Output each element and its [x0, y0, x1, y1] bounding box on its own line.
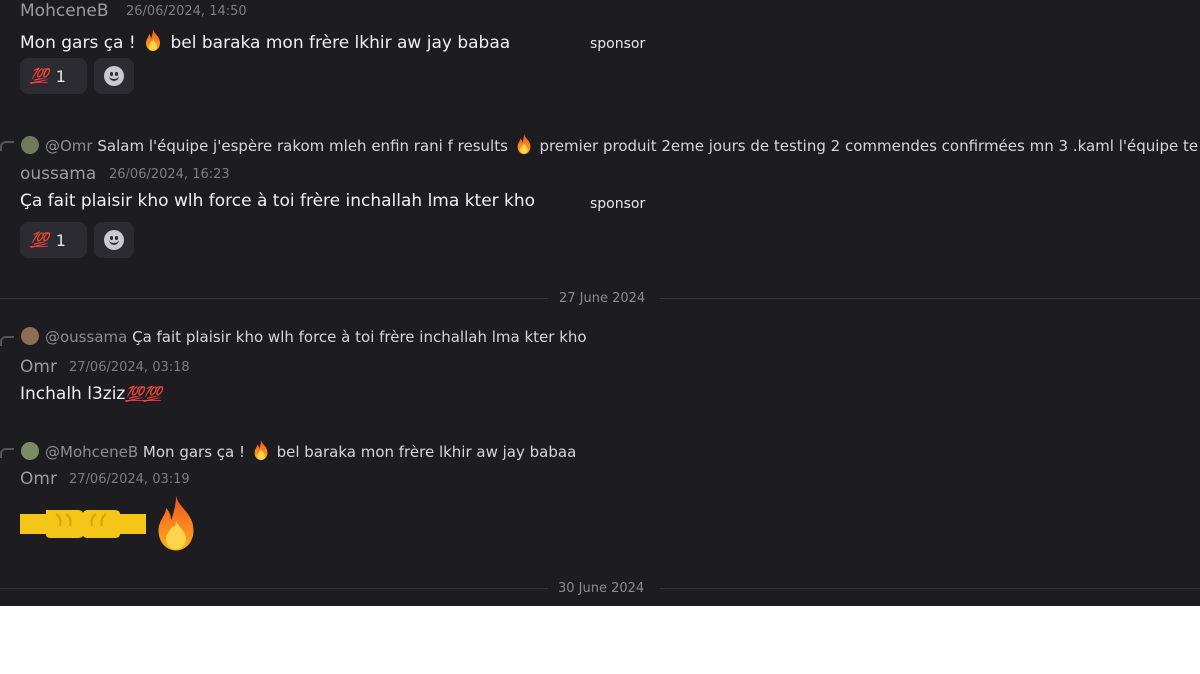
fire-icon — [513, 133, 535, 155]
hundred-icon: 💯 — [30, 67, 49, 85]
message-timestamp: 27/06/2024, 03:18 — [69, 360, 190, 375]
reaction-100[interactable]: 💯 1 — [20, 222, 87, 258]
add-reaction-button[interactable] — [94, 222, 134, 258]
reaction-100[interactable]: 💯 1 — [20, 58, 87, 94]
message-text: Inchalh l3ziz💯💯 — [20, 384, 162, 404]
add-reaction-button[interactable] — [94, 58, 134, 94]
fist-bump-icon — [20, 510, 146, 538]
hundred-icon: 💯 — [30, 231, 49, 249]
smiley-icon — [104, 230, 124, 250]
reply-preview[interactable]: @MohceneB Mon gars ça ! bel baraka mon f… — [21, 439, 576, 461]
message-text: Ça fait plaisir kho wlh force à toi frèr… — [20, 191, 536, 211]
big-emoji-row — [20, 492, 206, 554]
divider — [660, 588, 1200, 589]
chat-panel: MohceneB 26/06/2024, 14:50 Mon gars ça !… — [0, 0, 1200, 606]
sponsor-label: sponsor — [590, 196, 646, 212]
reaction-count: 1 — [55, 66, 66, 86]
hundred-icon: 💯💯 — [125, 385, 161, 403]
reply-preview[interactable]: @Omr Salam l'équipe j'espère rakom mleh … — [21, 133, 1198, 155]
message-author[interactable]: Omr — [20, 357, 57, 377]
avatar — [21, 327, 39, 345]
divider — [660, 298, 1200, 299]
message-timestamp: 26/06/2024, 16:23 — [109, 167, 230, 182]
reply-mention[interactable]: @Omr — [45, 137, 93, 155]
avatar — [21, 442, 39, 460]
fire-icon — [141, 28, 165, 52]
reply-preview[interactable]: @oussama Ça fait plaisir kho wlh force à… — [21, 327, 587, 346]
fire-icon — [250, 439, 272, 461]
date-separator: 30 June 2024 — [558, 581, 645, 596]
avatar — [21, 136, 39, 154]
reply-connector — [0, 336, 14, 346]
message-timestamp: 26/06/2024, 14:50 — [126, 4, 247, 19]
sponsor-label: sponsor — [590, 36, 646, 52]
divider — [0, 588, 548, 589]
reply-mention[interactable]: @oussama — [45, 328, 127, 346]
divider — [0, 298, 548, 299]
reaction-count: 1 — [55, 230, 66, 250]
date-separator: 27 June 2024 — [559, 291, 646, 306]
fire-icon — [146, 492, 206, 554]
reply-mention[interactable]: @MohceneB — [45, 443, 138, 461]
message-author[interactable]: Omr — [20, 469, 57, 489]
smiley-icon — [104, 66, 124, 86]
reply-connector — [0, 141, 14, 151]
message-text: Mon gars ça ! bel baraka mon frère lkhir… — [20, 28, 510, 53]
message-author[interactable]: oussama — [20, 164, 96, 184]
reply-connector — [0, 448, 14, 458]
message-timestamp: 27/06/2024, 03:19 — [69, 472, 190, 487]
message-author[interactable]: MohceneB — [20, 1, 109, 21]
